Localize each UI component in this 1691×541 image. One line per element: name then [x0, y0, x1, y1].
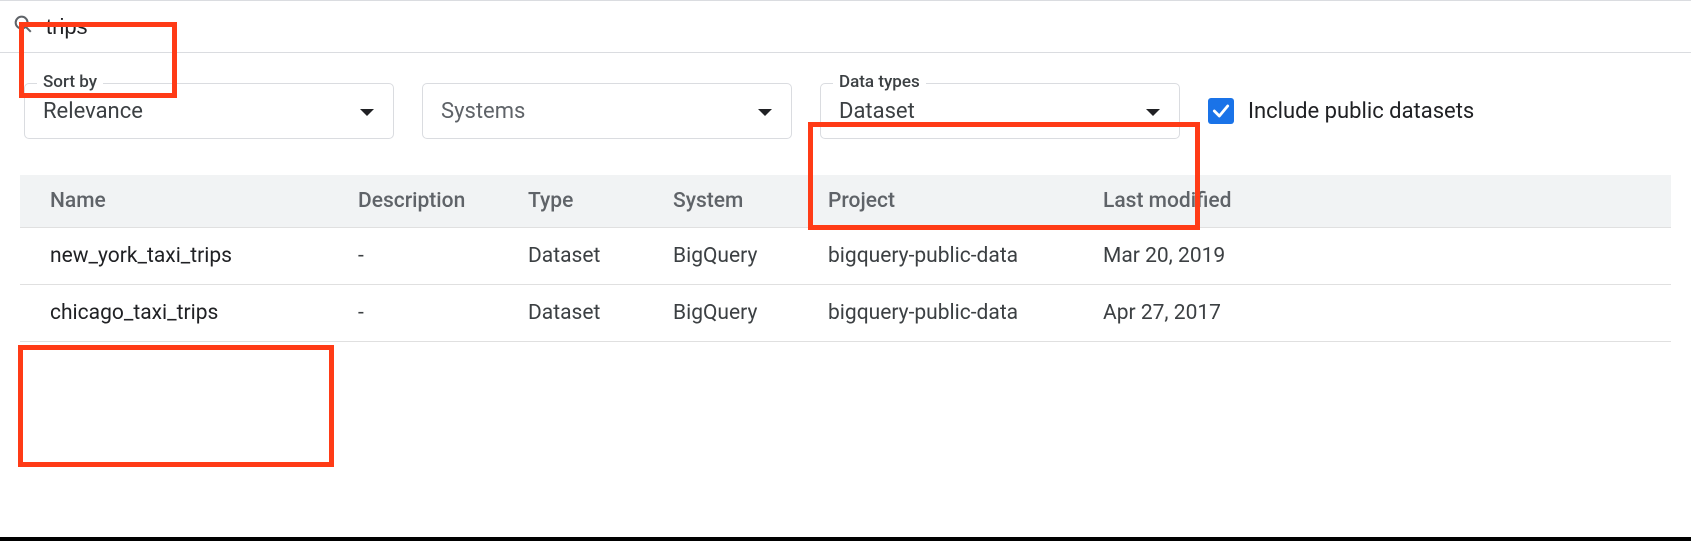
header-name[interactable]: Name [20, 175, 340, 228]
results-table: Name Description Type System Project Las… [20, 175, 1671, 342]
cell-type: Dataset [510, 228, 655, 285]
header-type: Type [510, 175, 655, 228]
table-header: Name Description Type System Project Las… [20, 175, 1671, 228]
systems-select[interactable]: Systems [422, 83, 792, 139]
sort-by-select[interactable]: Sort by Relevance [24, 83, 394, 139]
header-system: System [655, 175, 810, 228]
cell-description: - [340, 228, 510, 285]
sort-by-label: Sort by [37, 72, 103, 92]
cell-system: BigQuery [655, 228, 810, 285]
bottom-border [0, 537, 1691, 541]
cell-project: bigquery-public-data [810, 228, 1085, 285]
filter-row: Sort by Relevance Systems Data types Dat… [0, 53, 1691, 175]
chevron-down-icon [757, 99, 773, 123]
cell-description: - [340, 285, 510, 342]
search-box[interactable] [0, 7, 160, 46]
chevron-down-icon [359, 99, 375, 123]
checkbox-checked-icon [1208, 98, 1234, 124]
cell-name: new_york_taxi_trips [20, 228, 340, 285]
cell-type: Dataset [510, 285, 655, 342]
include-public-checkbox[interactable]: Include public datasets [1208, 98, 1474, 124]
include-public-label: Include public datasets [1248, 99, 1474, 124]
header-project: Project [810, 175, 1085, 228]
sort-by-value: Relevance [43, 99, 143, 124]
cell-last-modified: Apr 27, 2017 [1085, 285, 1671, 342]
search-input[interactable] [46, 14, 148, 40]
cell-last-modified: Mar 20, 2019 [1085, 228, 1671, 285]
data-types-select[interactable]: Data types Dataset [820, 83, 1180, 139]
systems-placeholder: Systems [441, 99, 525, 124]
cell-name: chicago_taxi_trips [20, 285, 340, 342]
table-row[interactable]: new_york_taxi_trips - Dataset BigQuery b… [20, 228, 1671, 285]
cell-project: bigquery-public-data [810, 285, 1085, 342]
cell-system: BigQuery [655, 285, 810, 342]
header-last-modified: Last modified [1085, 175, 1671, 228]
table-row[interactable]: chicago_taxi_trips - Dataset BigQuery bi… [20, 285, 1671, 342]
highlight-box [18, 345, 334, 467]
data-types-value: Dataset [839, 99, 915, 124]
search-bar [0, 0, 1691, 53]
search-icon [12, 13, 34, 40]
header-description: Description [340, 175, 510, 228]
chevron-down-icon [1145, 99, 1161, 123]
data-types-label: Data types [833, 72, 926, 92]
